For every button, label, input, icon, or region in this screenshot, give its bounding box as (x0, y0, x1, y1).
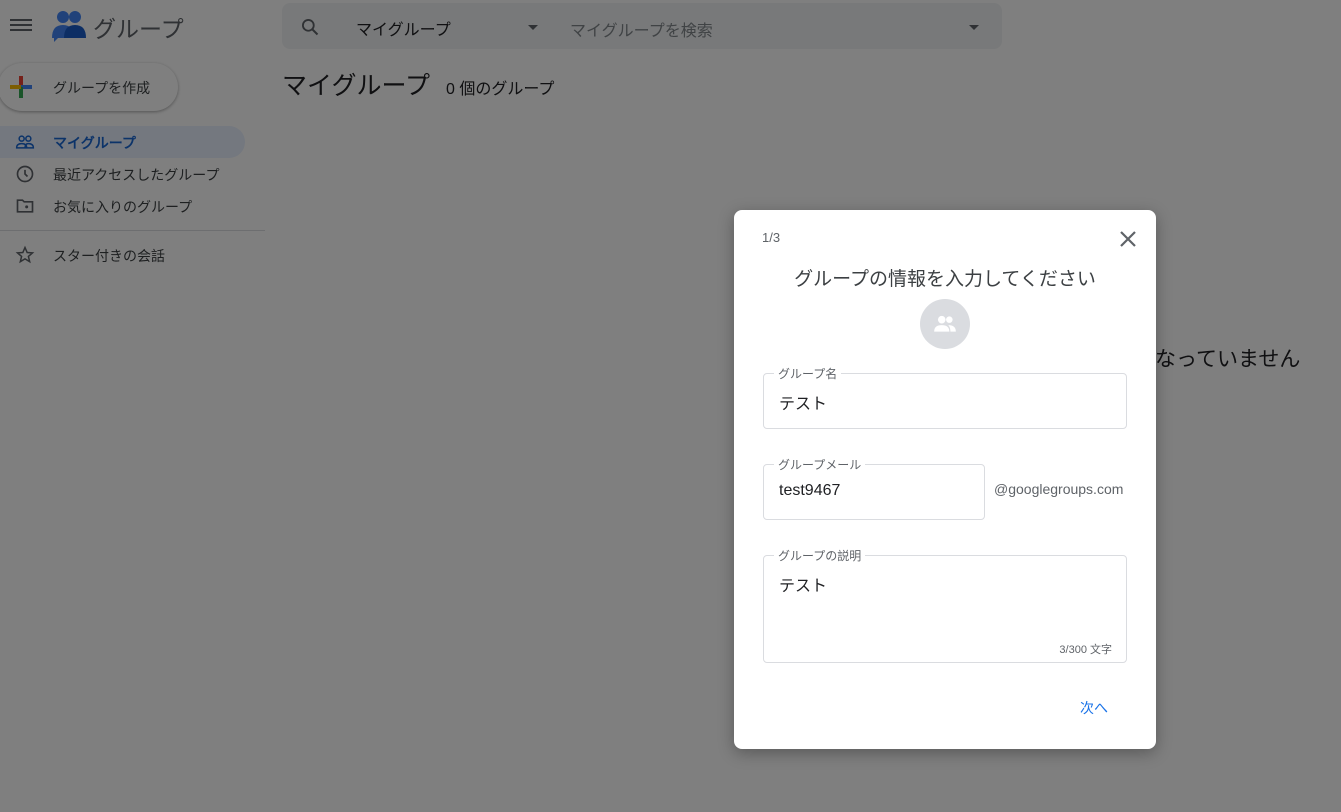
group-name-field[interactable]: グループ名 テスト (763, 365, 1127, 429)
group-email-label: グループメール (774, 456, 866, 473)
close-icon[interactable] (1116, 227, 1140, 251)
step-indicator: 1/3 (762, 230, 781, 245)
group-avatar[interactable] (920, 299, 970, 349)
group-description-label: グループの説明 (774, 547, 866, 564)
group-email-input[interactable]: test9467 (779, 482, 840, 500)
group-name-input[interactable]: テスト (779, 390, 827, 414)
group-description-field[interactable]: グループの説明 テスト 3/300 文字 (763, 547, 1127, 663)
email-domain-suffix: @googlegroups.com (994, 481, 1124, 497)
group-email-field[interactable]: グループメール test9467 (763, 456, 985, 520)
people-icon (934, 315, 956, 332)
create-group-dialog: 1/3 グループの情報を入力してください グループ名 テスト グループメール t… (734, 210, 1156, 749)
character-counter: 3/300 文字 (1059, 644, 1112, 656)
dialog-title: グループの情報を入力してください (794, 269, 1096, 290)
next-button[interactable]: 次へ (1074, 696, 1114, 720)
group-description-input[interactable]: テスト (779, 572, 827, 596)
group-name-label: グループ名 (774, 365, 842, 382)
